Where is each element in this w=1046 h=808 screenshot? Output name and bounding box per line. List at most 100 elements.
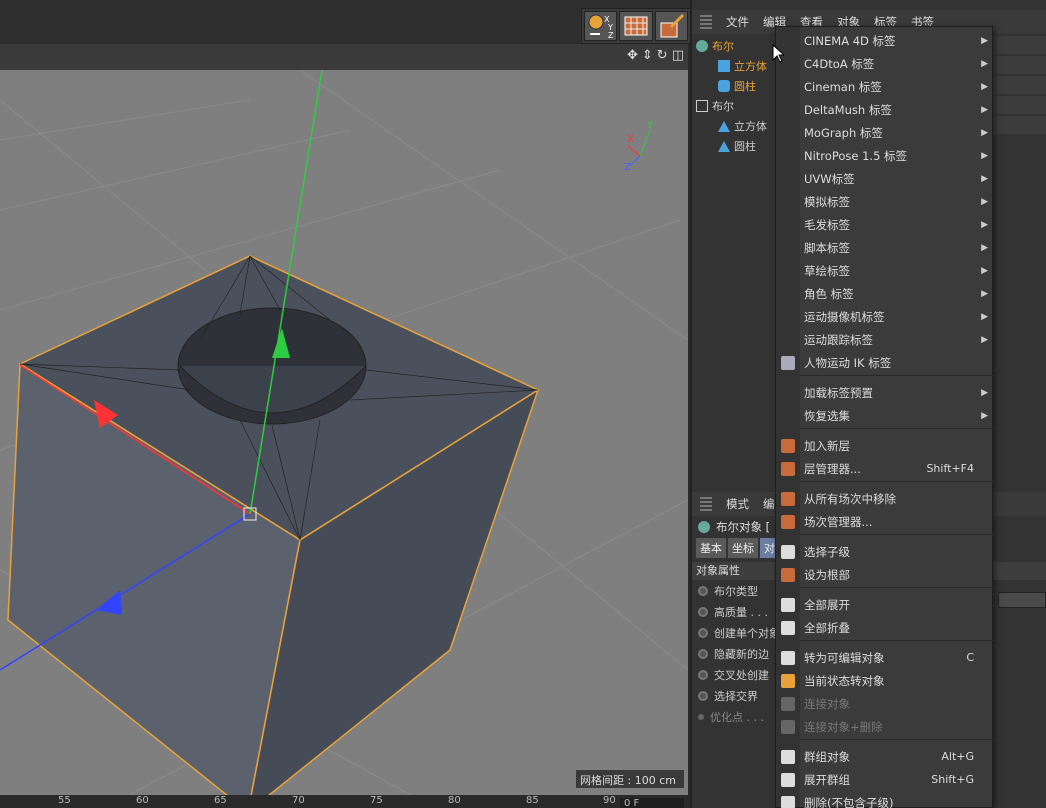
tab-basic[interactable]: 基本 xyxy=(696,538,726,558)
context-menu-item[interactable]: 人物运动 IK 标签 xyxy=(776,351,994,374)
submenu-arrow-icon: ▶ xyxy=(981,104,988,115)
context-menu-label: UVW标签 xyxy=(804,171,855,186)
take-manager-icon xyxy=(776,510,800,533)
tree-item-label: 立方体 xyxy=(734,60,767,73)
context-menu-item[interactable]: Cineman 标签 ▶ xyxy=(776,75,994,98)
radio-icon[interactable] xyxy=(698,627,708,638)
grip-icon[interactable] xyxy=(700,15,712,29)
context-menu-label: 角色 标签 xyxy=(804,286,854,301)
collapse-all-icon xyxy=(776,616,800,639)
delete-no-children-icon xyxy=(776,791,800,808)
context-menu-label: NitroPose 1.5 标签 xyxy=(804,148,908,163)
context-menu-item[interactable]: 层管理器... Shift+F4 xyxy=(776,457,994,480)
submenu-arrow-icon: ▶ xyxy=(981,242,988,253)
ruler-tick: 80 xyxy=(448,795,461,806)
boolean-type-dropdown[interactable] xyxy=(998,592,1046,608)
context-menu-item[interactable]: 模拟标签 ▶ xyxy=(776,190,994,213)
context-menu-item[interactable]: MoGraph 标签 ▶ xyxy=(776,121,994,144)
context-menu-item[interactable]: 草绘标签 ▶ xyxy=(776,259,994,282)
grip-icon[interactable] xyxy=(700,497,712,511)
am-row-label: 隐藏新的边 xyxy=(714,647,769,661)
zoom-view-icon[interactable]: ⇕ xyxy=(642,48,653,63)
context-menu-item[interactable]: 转为可编辑对象 C xyxy=(776,646,994,669)
ruler-tick: 60 xyxy=(136,795,149,806)
am-row-label: 优化点 . . . xyxy=(710,710,764,724)
scene-canvas[interactable]: Y X Z xyxy=(0,70,688,800)
context-menu-label: 模拟标签 xyxy=(804,194,850,209)
context-menu-item[interactable]: CINEMA 4D 标签 ▶ xyxy=(776,29,994,52)
context-menu-item[interactable]: 毛发标签 ▶ xyxy=(776,213,994,236)
boolean-cube[interactable] xyxy=(7,255,540,800)
am-row-label: 布尔类型 xyxy=(714,584,758,598)
tree-item-label: 布尔 xyxy=(712,100,734,113)
boolean-icon xyxy=(698,521,710,533)
submenu-arrow-icon: ▶ xyxy=(981,173,988,184)
context-menu-item[interactable]: NitroPose 1.5 标签 ▶ xyxy=(776,144,994,167)
ungroup-icon xyxy=(776,768,800,791)
radio-icon[interactable] xyxy=(698,606,708,617)
paint-icon[interactable] xyxy=(654,11,688,41)
tree-item-boolean-2[interactable]: 布尔 xyxy=(696,96,786,116)
frame-field[interactable]: 0 F xyxy=(620,798,684,808)
radio-icon[interactable] xyxy=(698,690,708,701)
axis-z-label: Z xyxy=(624,162,631,173)
ik-arrow-icon xyxy=(776,351,800,374)
menu-separator xyxy=(800,739,994,740)
context-menu-item[interactable]: 当前状态转对象 xyxy=(776,669,994,692)
tree-item-label: 布尔 xyxy=(712,40,734,53)
tree-item-cylinder-2[interactable]: 圆柱 xyxy=(696,136,786,156)
coordinate-system-icon[interactable]: XYZ xyxy=(584,11,618,41)
am-menu-mode[interactable]: 模式 xyxy=(726,496,749,512)
shortcut-label: Shift+G xyxy=(931,773,974,786)
context-menu-item[interactable]: 运动跟踪标签 ▶ xyxy=(776,328,994,351)
context-menu-item[interactable]: 全部折叠 xyxy=(776,616,994,639)
context-menu-item[interactable]: 角色 标签 ▶ xyxy=(776,282,994,305)
cylinder-icon xyxy=(718,80,730,92)
blank-icon xyxy=(776,121,800,144)
om-menu-file[interactable]: 文件 xyxy=(726,14,749,30)
submenu-arrow-icon: ▶ xyxy=(981,196,988,207)
polygon-icon xyxy=(718,140,730,152)
3d-viewport[interactable]: ✥ ⇕ ↻ ◫ Y X Z 网格间距: 100 cm xyxy=(0,44,688,800)
radio-icon[interactable] xyxy=(698,669,708,680)
context-menu-item[interactable]: 全部展开 xyxy=(776,593,994,616)
context-menu-item[interactable]: 群组对象 Alt+G xyxy=(776,745,994,768)
radio-icon[interactable] xyxy=(698,585,708,596)
context-menu-item: 连接对象+删除 xyxy=(776,715,994,738)
context-menu-item[interactable]: 展开群组 Shift+G xyxy=(776,768,994,791)
submenu-arrow-icon: ▶ xyxy=(981,288,988,299)
context-menu-item[interactable]: 设为根部 xyxy=(776,563,994,586)
context-menu-item[interactable]: 加入新层 xyxy=(776,434,994,457)
context-menu-item[interactable]: 删除(不包含子级) xyxy=(776,791,994,808)
am-row-label: 交叉处创建 xyxy=(714,668,769,682)
texture-icon[interactable] xyxy=(619,11,653,41)
make-editable-icon xyxy=(776,646,800,669)
context-menu-label: 全部展开 xyxy=(804,597,850,612)
submenu-arrow-icon: ▶ xyxy=(981,35,988,46)
layer-manager-icon xyxy=(776,457,800,480)
context-menu-item[interactable]: 脚本标签 ▶ xyxy=(776,236,994,259)
context-menu-item[interactable]: 从所有场次中移除 xyxy=(776,487,994,510)
move-view-icon[interactable]: ✥ xyxy=(627,48,638,63)
context-menu-item[interactable]: 加载标签预置 ▶ xyxy=(776,381,994,404)
rotate-view-icon[interactable]: ↻ xyxy=(657,48,668,63)
context-menu-item[interactable]: C4DtoA 标签 ▶ xyxy=(776,52,994,75)
tab-coord[interactable]: 坐标 xyxy=(728,538,758,558)
context-menu-item[interactable]: UVW标签 ▶ xyxy=(776,167,994,190)
context-menu-item[interactable]: DeltaMush 标签 ▶ xyxy=(776,98,994,121)
mouse-cursor-icon xyxy=(772,44,784,63)
tree-item-cube-2[interactable]: 立方体 xyxy=(696,116,786,136)
timeline-ruler[interactable]: 55 60 65 70 75 80 85 90 xyxy=(0,795,688,808)
context-menu-item[interactable]: 场次管理器... xyxy=(776,510,994,533)
connect-delete-icon xyxy=(776,715,800,738)
tree-item-cylinder[interactable]: 圆柱 xyxy=(696,76,786,96)
context-menu-item[interactable]: 恢复选集 ▶ xyxy=(776,404,994,427)
radio-icon[interactable] xyxy=(698,648,708,659)
context-menu-label: 场次管理器... xyxy=(804,514,873,529)
context-menu-item[interactable]: 选择子级 xyxy=(776,540,994,563)
submenu-arrow-icon: ▶ xyxy=(981,311,988,322)
context-menu-label: 脚本标签 xyxy=(804,240,850,255)
context-menu-label: 展开群组 xyxy=(804,772,850,787)
maximize-view-icon[interactable]: ◫ xyxy=(672,48,684,63)
context-menu-item[interactable]: 运动摄像机标签 ▶ xyxy=(776,305,994,328)
